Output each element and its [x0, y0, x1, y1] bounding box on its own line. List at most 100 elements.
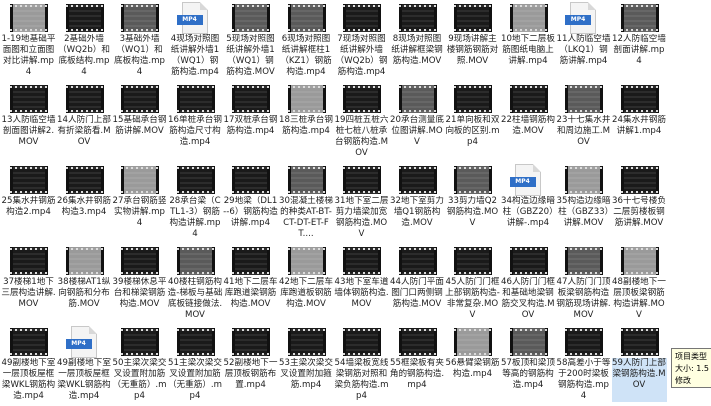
file-name: 40楼柱钢筋构造-梯板与基础底板链接做法.MOV	[167, 277, 223, 320]
file-name: 8现场对照图纸讲解框梁钢筋构造.MOV	[391, 34, 443, 66]
file-item[interactable]: 10地下二层板筋图纸电脑上讲解.mp4	[501, 4, 556, 82]
file-item[interactable]: MP4 49副楼地下室一层顶板屋框梁WKL钢筋构造.mp4	[57, 326, 112, 406]
file-item[interactable]: 46人防门门框和基础地梁钢筋交叉构造.MOV	[501, 247, 556, 325]
video-thumbnail-icon	[620, 328, 659, 356]
file-item[interactable]: 29地梁（DL1--6）钢筋构造讲解.mp4	[223, 166, 278, 244]
file-item[interactable]: 20承台测量底位图讲解.MOV	[390, 85, 445, 163]
file-item[interactable]: 6现场对照图纸讲解框柱1（KZ1）钢筋构造.mp4	[279, 4, 334, 82]
file-item[interactable]: 49副楼地下室一层顶板屋框梁WKL钢筋构造.mp4	[1, 328, 56, 406]
file-name: 51主梁次梁交叉设置附加筋（无重筋）.mp4	[167, 358, 223, 401]
file-name: 13人防临空墙剖面图讲解2.MOV	[1, 115, 56, 147]
file-name: 32地下室剪力墙Q1钢筋构造.MOV	[390, 196, 444, 228]
file-item[interactable]: 32地下室剪力墙Q1钢筋构造.MOV	[390, 166, 445, 244]
tooltip-type: 项目类型	[675, 352, 707, 361]
file-item[interactable]: 18三桩承台钢筋构造.mp4	[279, 85, 334, 163]
file-name: 52副楼地下一层顶板钢筋布置.mp4	[223, 358, 278, 390]
file-name: 18三桩承台钢筋构造.mp4	[279, 115, 333, 136]
file-item[interactable]: 54墙梁板宽线梁钢筋对照和梁负筋构造.mp4	[334, 328, 389, 406]
video-thumbnail-icon	[121, 85, 159, 113]
file-name: 54墙梁板宽线梁钢筋对照和梁负筋构造.mp4	[334, 358, 389, 401]
file-item[interactable]: 36十七号楼负二层剪楼板钢筋讲解.MOV	[612, 166, 667, 244]
file-item[interactable]: 59人防门上部梁钢筋构造.MOV	[611, 328, 667, 406]
file-item[interactable]: 47人防门门顶板梁钢筋构造钢筋现场讲解.MOV	[556, 247, 611, 325]
file-item[interactable]: 8现场对照图纸讲解框梁钢筋构造.MOV	[390, 4, 445, 82]
file-item[interactable]: 52副楼地下一层顶板钢筋布置.mp4	[223, 328, 278, 406]
file-item[interactable]: 51主梁次梁交叉设置附加筋（无重筋）.mp4	[168, 328, 223, 406]
file-item[interactable]: 55框梁板有夹角的钢筋构造.mp4	[390, 328, 445, 406]
file-name: 22柱墙钢筋构造.MOV	[501, 115, 555, 136]
file-item[interactable]: 39楼梯休息平台和梯梁钢筋构造.MOV	[112, 247, 167, 325]
tooltip-modified: 修改	[675, 376, 691, 385]
file-item[interactable]: 23十七集水井和周边施工.MOV	[556, 85, 611, 163]
video-thumbnail-icon	[454, 4, 492, 32]
file-name: 2基础外墙（WQ2b）和底板结构.mp4	[58, 34, 110, 77]
file-item[interactable]: 28承台梁（CTL1-3）钢筋构造讲解.mp4	[168, 166, 223, 244]
file-item[interactable]: MP4 11人防临空墙（LKQ1）钢筋讲解.mp4	[556, 2, 611, 82]
video-thumbnail-icon	[232, 328, 270, 356]
video-thumbnail-icon	[398, 4, 437, 32]
file-item[interactable]: 27承台钢筋竖实物讲解.mp4	[112, 166, 167, 244]
file-name: 31地下室二层剪力墙梁加宽钢筋构造.MOV	[334, 196, 389, 239]
file-item[interactable]: 7现场对照图纸讲解外墙（WQ2b）钢筋构造.mp4	[334, 4, 389, 82]
video-thumbnail-icon	[287, 85, 326, 113]
video-thumbnail-icon	[176, 328, 215, 356]
file-item[interactable]: 37楼梯1地下三层构造讲解.MOV	[1, 247, 56, 325]
video-thumbnail-icon	[620, 247, 659, 275]
file-item[interactable]: 31地下室二层剪力墙梁加宽钢筋构造.MOV	[334, 166, 389, 244]
file-type-badge: MP4	[565, 15, 591, 25]
video-thumbnail-icon	[65, 247, 104, 275]
file-item[interactable]: 26集水井钢筋构造3.mp4	[57, 166, 112, 244]
video-thumbnail-icon	[454, 328, 492, 356]
file-item[interactable]: 56悬臂梁钢筋构造.mp4	[445, 328, 500, 406]
file-item[interactable]: 3基础外墙（WQ1）和底板构造.mp4	[112, 4, 167, 82]
file-name: 33剪力墙Q2钢筋构造.MOV	[446, 196, 499, 228]
file-item[interactable]: 22柱墙钢筋构造.MOV	[501, 85, 556, 163]
file-item[interactable]: MP4 34构造边缘暗柱（GBZ20）讲解-.mp4	[501, 164, 556, 244]
file-item[interactable]: 17双桩承台钢筋构造.mp4	[223, 85, 278, 163]
file-item[interactable]: 57板顶和梁顶等高的钢筋构造.mp4	[501, 328, 556, 406]
file-item[interactable]: 44人防门平面图门口两侧钢筋构造.MOV	[390, 247, 445, 325]
video-thumbnail-icon	[565, 247, 603, 275]
file-item[interactable]: 43地下室车道墙体钢筋构造.MOV	[334, 247, 389, 325]
file-type-badge: MP4	[176, 15, 203, 25]
file-item[interactable]: MP4 4现场对照图纸讲解外墙1（WQ1）钢筋构造.mp4	[168, 2, 223, 82]
file-item[interactable]: 1-19地基础平面图和立面图对比讲解.mp4	[1, 4, 56, 82]
file-item[interactable]: 30混凝土楼梯的种类AT-BT-CT-DT-ET-FT....	[279, 166, 334, 244]
file-item[interactable]: 14人防门上部有折梁筋看.MOV	[57, 85, 112, 163]
file-item[interactable]: 45人防门门框上部钢筋构造-非常复杂.MOV	[445, 247, 500, 325]
file-item[interactable]: 16单桩承台钢筋构造尺寸构造.mp4	[168, 85, 223, 163]
file-item[interactable]: 53主梁次梁交叉设置附加箍筋.mp4	[279, 328, 334, 406]
file-item[interactable]: 5现场对照图纸讲解外墙1（WQ1）钢筋构造.MOV	[223, 4, 278, 82]
file-item[interactable]: 42地下二层车库跑道板钢筋构造.MOV	[279, 247, 334, 325]
file-item[interactable]: 21单向板和双向板的区别.mp4	[445, 85, 500, 163]
file-item[interactable]: 38楼梯AT1纵向钢筋和分布筋.MOV	[57, 247, 112, 325]
file-item[interactable]: 40楼柱钢筋构造-梯板与基础底板链接做法.MOV	[168, 247, 223, 325]
file-item[interactable]: 2基础外墙（WQ2b）和底板结构.mp4	[57, 4, 112, 82]
file-name: 36十七号楼负二层剪楼板钢筋讲解.MOV	[612, 196, 666, 228]
file-name: 56悬臂梁钢筋构造.mp4	[445, 358, 500, 379]
file-name: 37楼梯1地下三层构造讲解.MOV	[1, 277, 56, 309]
file-item[interactable]: 19四桩五桩六桩七桩八桩承台钢筋构造.MOV	[334, 85, 389, 163]
file-item[interactable]: 58高差小于等于200时梁板钢筋构造.mp4	[556, 328, 611, 406]
file-item[interactable]: 15基础承台钢筋讲解.MOV	[112, 85, 167, 163]
file-item[interactable]: 13人防临空墙剖面图讲解2.MOV	[1, 85, 56, 163]
file-item[interactable]: 50主梁次梁交叉设置附加筋（无重筋）.mp4	[112, 328, 167, 406]
file-name: 1-19地基础平面图和立面图对比讲解.mp4	[1, 34, 56, 77]
video-thumbnail-icon	[620, 85, 659, 113]
video-thumbnail-icon	[287, 4, 326, 32]
file-type-badge: MP4	[65, 339, 92, 349]
file-name: 21单向板和双向板的区别.mp4	[445, 115, 500, 147]
file-name: 42地下二层车库跑道板钢筋构造.MOV	[279, 277, 333, 309]
file-item[interactable]: 41地下二层车库跑道梁钢筋构造.MOV	[223, 247, 278, 325]
file-item[interactable]: 33剪力墙Q2钢筋构造.MOV	[445, 166, 500, 244]
file-item[interactable]: 25集水井钢筋构造2.mp4	[1, 166, 56, 244]
file-item[interactable]: 48副楼地下一层顶板梁钢筋构造讲解.MOV	[612, 247, 667, 325]
file-item[interactable]: 35构造边缘暗柱（GBZ33）讲解.MOV	[556, 166, 611, 244]
video-thumbnail-icon	[232, 247, 270, 275]
file-item[interactable]: 12人防临空墙剖面讲解.mp4	[612, 4, 667, 82]
file-item[interactable]: 24集水井钢筋讲解1.mp4	[612, 85, 667, 163]
file-name: 17双桩承台钢筋构造.mp4	[223, 115, 278, 136]
video-thumbnail-icon	[65, 166, 104, 194]
video-thumbnail-icon	[398, 328, 437, 356]
file-item[interactable]: 9现场讲解主楼钢筋钢筋对照.MOV	[445, 4, 500, 82]
